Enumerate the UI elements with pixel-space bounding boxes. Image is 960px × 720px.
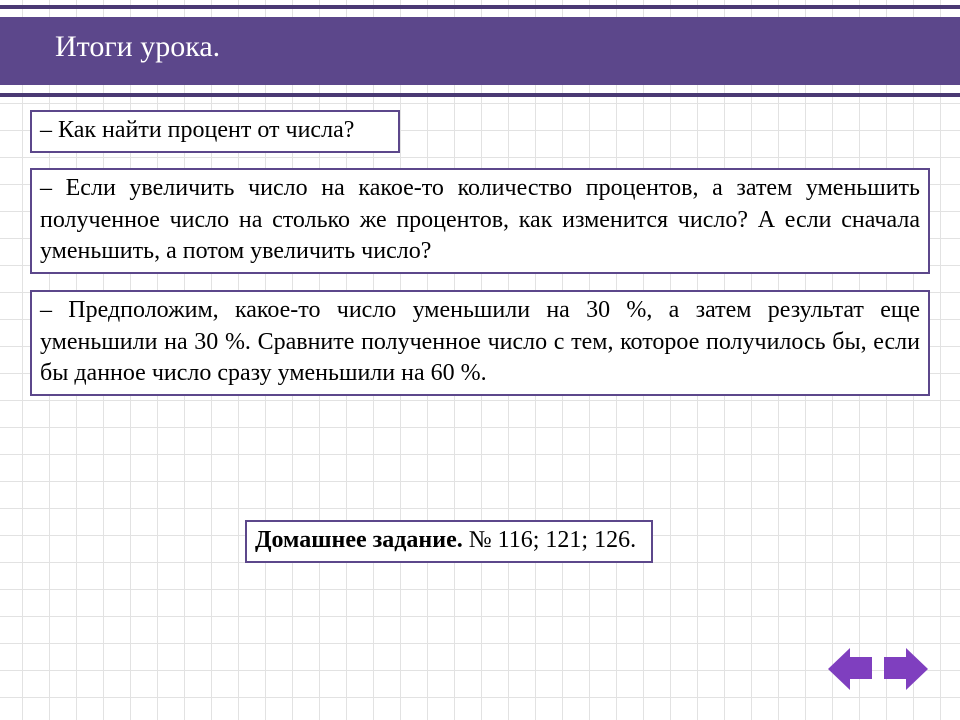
title-band-bottom xyxy=(0,93,960,97)
question-box-3: – Предположим, какое-то число уменьшили … xyxy=(30,290,930,396)
title-band-top xyxy=(0,5,960,9)
question-box-2: – Если увеличить число на какое-то колич… xyxy=(30,168,930,274)
slide: Итоги урока. – Как найти процент от числ… xyxy=(0,0,960,720)
prev-arrow-icon[interactable] xyxy=(824,648,874,690)
page-title: Итоги урока. xyxy=(55,30,220,64)
homework-label: Домашнее задание. xyxy=(255,527,463,553)
homework-box: Домашнее задание. № 116; 121; 126. xyxy=(245,520,653,563)
next-arrow-icon[interactable] xyxy=(882,648,932,690)
homework-items: № 116; 121; 126. xyxy=(463,527,636,553)
question-box-1: – Как найти процент от числа? xyxy=(30,110,400,153)
nav-controls xyxy=(824,648,932,690)
